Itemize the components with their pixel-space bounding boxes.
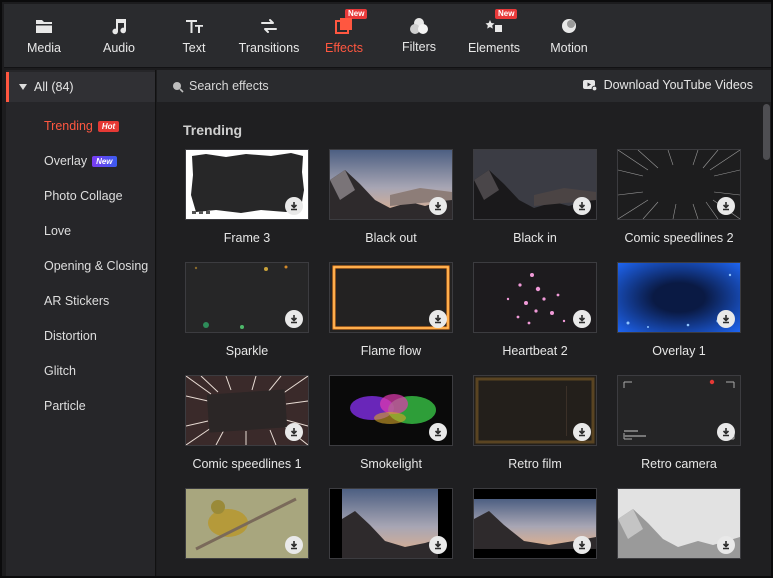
effect-name: Retro camera: [641, 457, 717, 471]
sidebar-all-category[interactable]: All (84): [6, 72, 155, 102]
effect-name: Sparkle: [225, 344, 269, 358]
toolbar-media[interactable]: Media: [6, 4, 82, 67]
effect-thumbnail: [473, 488, 597, 559]
effect-thumbnail: [473, 149, 597, 220]
new-tag: New: [92, 156, 117, 167]
section-title: Trending: [183, 122, 243, 138]
text-icon: [183, 15, 205, 37]
effect-name: Comic speedlines 1: [192, 457, 302, 471]
toolbar-media-label: Media: [26, 41, 62, 55]
download-icon[interactable]: [717, 423, 735, 441]
effect-name: Frame 3: [223, 231, 271, 245]
effect-thumbnail: [329, 375, 453, 446]
effect-thumbnail: [185, 262, 309, 333]
sidebar-item-overlay[interactable]: Overlay New: [44, 154, 117, 168]
sidebar-item-label: Overlay: [44, 154, 88, 168]
sidebar-item-glitch[interactable]: Glitch: [44, 364, 76, 378]
toolbar-motion[interactable]: Motion: [531, 4, 607, 67]
download-icon[interactable]: [285, 423, 303, 441]
toolbar-filters-label: Filters: [401, 40, 437, 54]
effect-name: Black in: [513, 231, 557, 245]
effect-thumbnail: [617, 488, 741, 559]
category-sidebar: All (84) Trending Hot Overlay New Photo Co…: [6, 70, 156, 576]
search-input[interactable]: [189, 78, 449, 94]
effect-thumbnail: [617, 262, 741, 333]
download-icon[interactable]: [573, 310, 591, 328]
download-youtube-label: Download YouTube Videos: [603, 78, 753, 92]
toolbar-transitions-label: Transitions: [238, 41, 300, 55]
download-icon[interactable]: [717, 536, 735, 554]
motion-icon: [558, 15, 580, 37]
elements-icon: [483, 15, 505, 37]
sidebar-item-trending[interactable]: Trending Hot: [44, 119, 120, 133]
youtube-icon: [582, 80, 597, 91]
toolbar-elements-label: Elements: [467, 41, 521, 55]
effect-thumbnail: [185, 149, 309, 220]
download-icon[interactable]: [717, 310, 735, 328]
effect-thumbnail: [329, 488, 453, 559]
sidebar-item-photo-collage[interactable]: Photo Collage: [44, 189, 123, 203]
download-youtube-button[interactable]: Download YouTube Videos: [582, 78, 753, 92]
effect-name: Heartbeat 2: [502, 344, 568, 358]
effect-name: Black out: [365, 231, 417, 245]
effect-thumbnail: [329, 262, 453, 333]
toolbar-filters[interactable]: Filters: [381, 4, 457, 67]
effect-thumbnail: [473, 262, 597, 333]
search-icon: [172, 80, 184, 93]
toolbar-text-label: Text: [182, 41, 206, 55]
download-icon[interactable]: [429, 310, 447, 328]
sidebar-item-opening-closing[interactable]: Opening & Closing: [44, 259, 148, 273]
effect-thumbnail: [617, 149, 741, 220]
scrollbar-thumb[interactable]: [763, 104, 770, 160]
sidebar-item-ar-stickers[interactable]: AR Stickers: [44, 294, 109, 308]
all-category-label: All (84): [34, 80, 74, 94]
filters-icon: [408, 15, 430, 37]
toolbar-audio[interactable]: Audio: [81, 4, 157, 67]
scrollbar-track[interactable]: [761, 102, 771, 576]
hot-tag: Hot: [97, 121, 120, 132]
sidebar-item-particle[interactable]: Particle: [44, 399, 86, 413]
sidebar-item-love[interactable]: Love: [44, 224, 71, 238]
download-icon[interactable]: [573, 536, 591, 554]
collapse-triangle-icon[interactable]: [19, 84, 27, 90]
download-icon[interactable]: [717, 197, 735, 215]
toolbar-effects-label: Effects: [325, 41, 363, 55]
search-bar: Download YouTube Videos: [157, 70, 771, 102]
toolbar-audio-label: Audio: [103, 41, 135, 55]
download-icon[interactable]: [285, 536, 303, 554]
top-toolbar: Media Audio Text Transitions New Effects…: [4, 4, 771, 68]
download-icon[interactable]: [285, 197, 303, 215]
toolbar-text[interactable]: Text: [156, 4, 232, 67]
toolbar-transitions[interactable]: Transitions: [231, 4, 307, 67]
sidebar-item-label: Trending: [44, 119, 93, 133]
effect-name: Overlay 1: [652, 344, 706, 358]
effect-name: Smokelight: [360, 457, 422, 471]
download-icon[interactable]: [429, 197, 447, 215]
effect-thumbnail: [617, 375, 741, 446]
download-icon[interactable]: [285, 310, 303, 328]
sidebar-item-distortion[interactable]: Distortion: [44, 329, 97, 343]
effect-name: Flame flow: [360, 344, 422, 358]
effect-thumbnail: [185, 488, 309, 559]
music-note-icon: [108, 15, 130, 37]
effect-name: Comic speedlines 2: [624, 231, 734, 245]
effects-icon: [333, 15, 355, 37]
effect-name: Retro film: [508, 457, 562, 471]
effect-thumbnail: [329, 149, 453, 220]
effects-panel: Download YouTube Videos Trending Frame 3…: [157, 70, 771, 576]
download-icon[interactable]: [429, 423, 447, 441]
download-icon[interactable]: [429, 536, 447, 554]
swap-arrows-icon: [258, 15, 280, 37]
folder-icon: [33, 15, 55, 37]
toolbar-motion-label: Motion: [550, 41, 588, 55]
toolbar-effects[interactable]: New Effects: [306, 4, 382, 67]
toolbar-elements[interactable]: New Elements: [456, 4, 532, 67]
effect-thumbnail: [473, 375, 597, 446]
download-icon[interactable]: [573, 423, 591, 441]
effect-thumbnail: [185, 375, 309, 446]
download-icon[interactable]: [573, 197, 591, 215]
app-window: Media Audio Text Transitions New Effects…: [0, 0, 773, 578]
